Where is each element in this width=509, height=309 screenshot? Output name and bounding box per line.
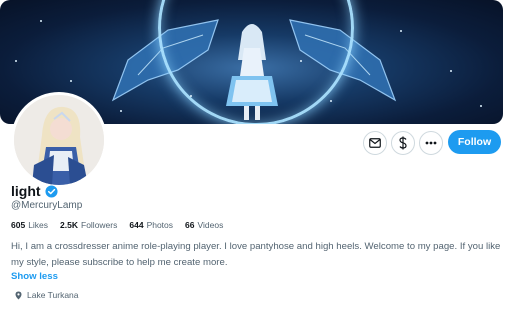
- avatar-image: [14, 95, 104, 185]
- sparkle: [15, 60, 17, 62]
- stat-value: 2.5K: [60, 220, 78, 230]
- stat-label: Followers: [81, 220, 118, 230]
- profile-handle: @MercuryLamp: [11, 200, 83, 211]
- sparkle: [40, 20, 42, 22]
- location-pin-icon: [15, 291, 22, 299]
- stat-label: Likes: [28, 220, 49, 230]
- stat-value: 66: [185, 220, 195, 230]
- stat-value: 644: [129, 220, 144, 230]
- more-icon: [425, 141, 437, 145]
- avatar[interactable]: [11, 92, 107, 188]
- profile-name: light: [11, 183, 41, 199]
- message-button[interactable]: [363, 131, 387, 155]
- sparkle: [190, 95, 192, 97]
- profile-name-row: light: [11, 183, 58, 199]
- more-button[interactable]: [419, 131, 443, 155]
- sparkle: [450, 70, 452, 72]
- stat-label: Photos: [146, 220, 174, 230]
- show-less-link[interactable]: Show less: [11, 271, 58, 282]
- verified-badge-icon: [45, 184, 58, 198]
- profile-bio: Hi, I am a crossdresser anime role-playi…: [11, 241, 501, 268]
- stat-value: 605: [11, 220, 26, 230]
- stat-label: Videos: [197, 220, 224, 230]
- profile-location: Lake Turkana: [15, 290, 79, 300]
- envelope-icon: [369, 138, 381, 148]
- sparkle: [330, 100, 332, 102]
- dollar-icon: [399, 136, 407, 150]
- sparkle: [400, 30, 402, 32]
- profile-stats: 605 Likes 2.5K Followers 644 Photos 66 Video…: [11, 220, 235, 230]
- stat-photos[interactable]: 644 Photos: [129, 220, 173, 230]
- stat-videos[interactable]: 66 Videos: [185, 220, 223, 230]
- follow-button[interactable]: Follow: [448, 130, 501, 154]
- stat-likes[interactable]: 605 Likes: [11, 220, 48, 230]
- banner-figure: [226, 24, 278, 120]
- location-label: Lake Turkana: [27, 290, 79, 300]
- sparkle: [480, 105, 482, 107]
- stat-followers[interactable]: 2.5K Followers: [60, 220, 117, 230]
- sparkle: [70, 80, 72, 82]
- sparkle: [300, 60, 302, 62]
- sparkle: [120, 110, 122, 112]
- tip-button[interactable]: [391, 131, 415, 155]
